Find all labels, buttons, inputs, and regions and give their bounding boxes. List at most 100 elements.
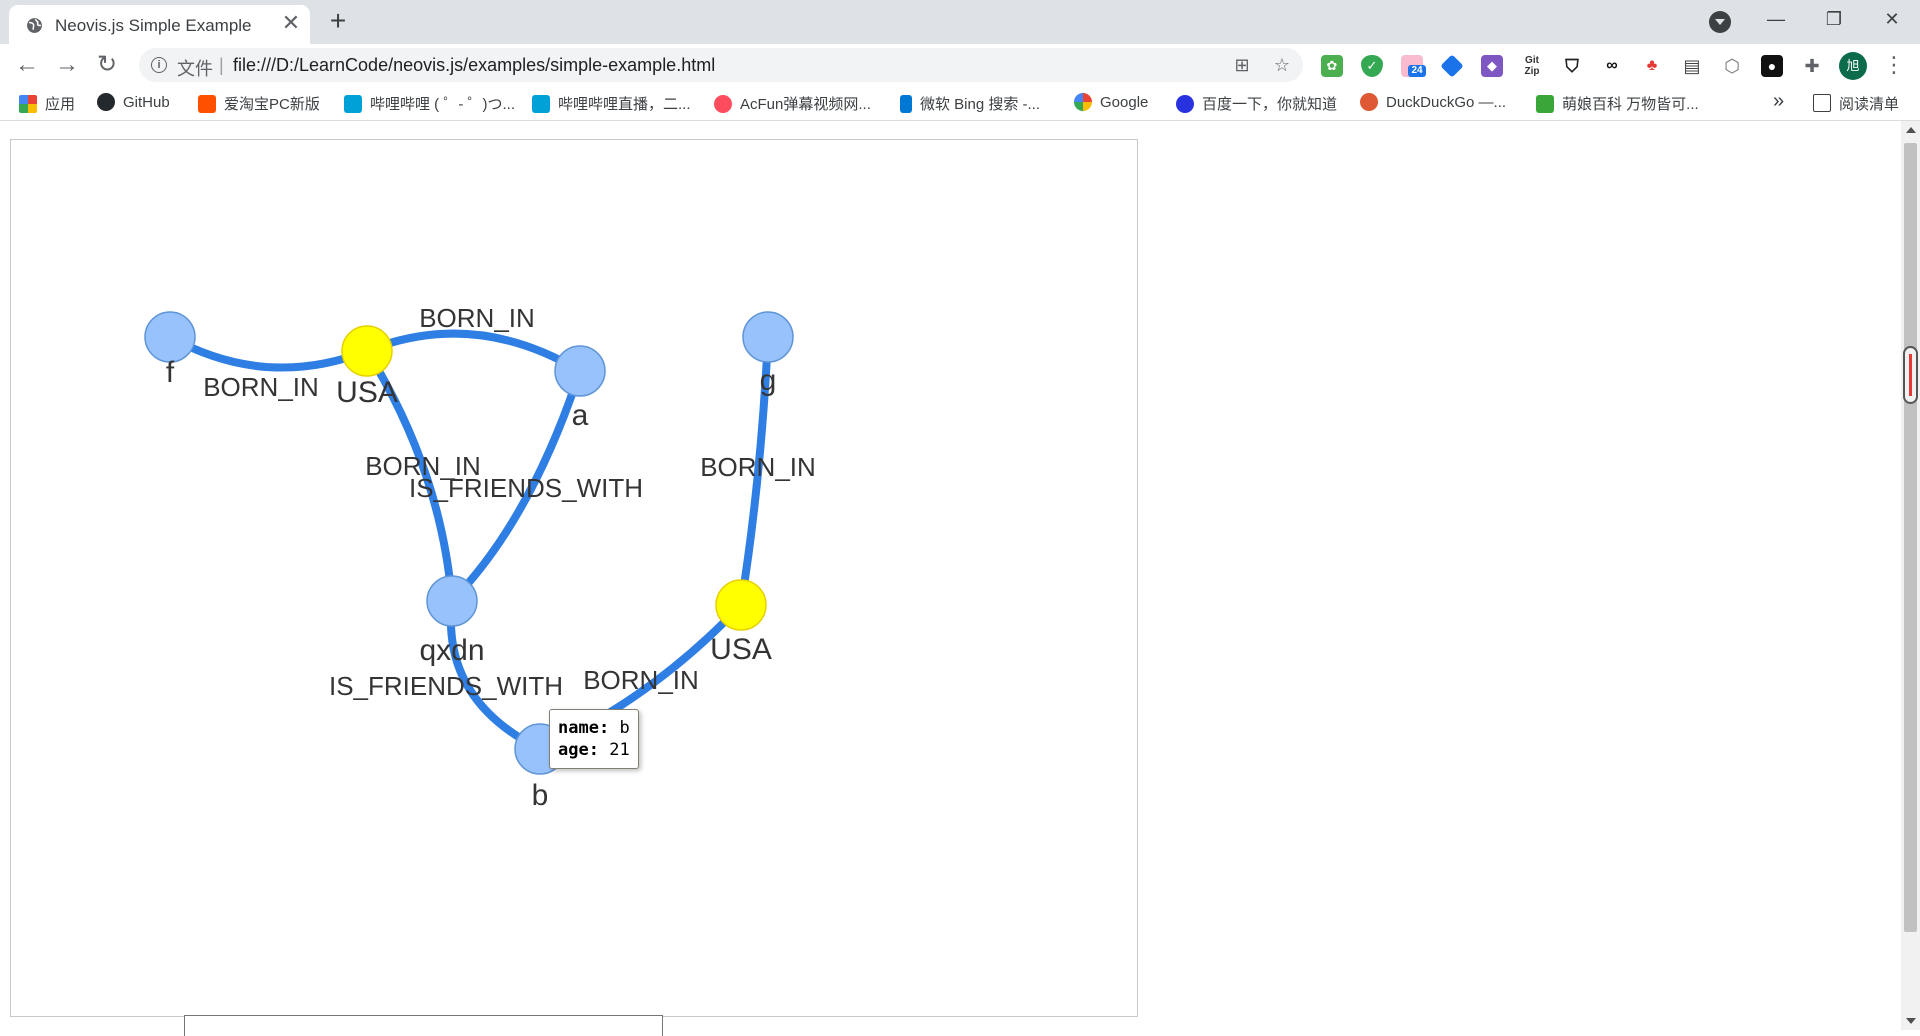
scroll-down-icon[interactable] bbox=[1906, 1018, 1916, 1024]
node-a[interactable] bbox=[554, 345, 606, 397]
extension-glasses-icon[interactable]: ∞ bbox=[1601, 55, 1623, 77]
extensions-puzzle-icon[interactable]: ✚ bbox=[1801, 55, 1823, 77]
browser-toolbar: ← → ↻ i 文件 | file:///D:/LearnCode/neovis… bbox=[0, 44, 1920, 86]
extension-paw-icon[interactable]: ✿ bbox=[1321, 55, 1343, 77]
url-text[interactable]: file:///D:/LearnCode/neovis.js/examples/… bbox=[233, 55, 715, 76]
reading-list-icon bbox=[1813, 94, 1831, 112]
globe-icon bbox=[27, 18, 42, 33]
bookmark-label: GitHub bbox=[123, 94, 170, 111]
bookmark-taobao[interactable]: 爱淘宝PC新版 bbox=[198, 93, 320, 113]
extension-ghost-icon[interactable]: ● bbox=[1761, 55, 1783, 77]
page-scrollbar[interactable] bbox=[1901, 121, 1920, 1030]
edge-f-usa1[interactable] bbox=[166, 333, 371, 372]
edge-label-a-qxdn: IS_FRIENDS_WITH bbox=[409, 473, 643, 503]
bookmark-apps[interactable]: 应用 bbox=[19, 93, 75, 113]
bookmark-label: AcFun弹幕视频网... bbox=[740, 96, 871, 113]
tooltip-name-key: name: bbox=[558, 718, 610, 738]
bookmark-label: 萌娘百科 万物皆可... bbox=[1562, 96, 1699, 113]
reading-list-button[interactable]: 阅读清单 bbox=[1813, 93, 1899, 114]
neovis-graph-canvas[interactable]: BORN_IN BORN_IN BORN_IN IS_FRIENDS_WITH BORN… bbox=[10, 139, 1138, 1017]
address-bar[interactable]: i 文件 | file:///D:/LearnCode/neovis.js/ex… bbox=[139, 48, 1303, 82]
back-icon[interactable]: ← bbox=[12, 50, 42, 80]
scroll-up-icon[interactable] bbox=[1906, 127, 1916, 133]
bookmark-bilibili[interactable]: 哔哩哔哩 ( ゜- ゜)つ... bbox=[344, 93, 515, 113]
extension-hex-icon[interactable]: ⬡ bbox=[1721, 55, 1743, 77]
new-tab-button[interactable]: + bbox=[324, 7, 352, 35]
extension-tree-icon[interactable]: ♣ bbox=[1641, 55, 1663, 77]
node-label-b: b bbox=[532, 779, 549, 812]
forward-icon[interactable]: → bbox=[52, 50, 82, 80]
node-tooltip: name: b age: 21 bbox=[549, 709, 639, 769]
tab-title: Neovis.js Simple Example bbox=[55, 16, 252, 35]
extension-fox-icon[interactable]: ◆ bbox=[1481, 55, 1503, 77]
info-icon[interactable]: i bbox=[151, 57, 167, 73]
translate-icon[interactable]: ⊞ bbox=[1231, 54, 1253, 76]
bookmark-bing[interactable]: 微软 Bing 搜索 -... bbox=[900, 93, 1040, 113]
query-textarea[interactable] bbox=[184, 1015, 663, 1036]
extension-reader-icon[interactable]: ▤ bbox=[1681, 55, 1703, 77]
acfun-icon bbox=[714, 95, 732, 113]
bookmark-label: 微软 Bing 搜索 -... bbox=[920, 96, 1041, 113]
edge-label-g-usa2: BORN_IN bbox=[700, 452, 816, 482]
graph-svg[interactable]: BORN_IN BORN_IN BORN_IN IS_FRIENDS_WITH BORN… bbox=[11, 140, 1137, 1016]
tab-close-icon[interactable]: ✕ bbox=[279, 11, 303, 35]
node-label-usa2: USA bbox=[710, 633, 772, 666]
bookmark-github[interactable]: GitHub bbox=[97, 93, 170, 113]
tooltip-age-key: age: bbox=[558, 740, 599, 760]
bookmarks-bar: 应用 GitHub 爱淘宝PC新版 哔哩哔哩 ( ゜- ゜)つ... 哔哩哔哩直… bbox=[0, 86, 1920, 121]
browser-tab[interactable]: Neovis.js Simple Example ✕ bbox=[9, 5, 310, 44]
node-label-a: a bbox=[572, 399, 589, 432]
restore-button[interactable]: ❐ bbox=[1806, 0, 1862, 40]
scrollbar-thumb[interactable] bbox=[1904, 143, 1917, 932]
minimize-button[interactable]: — bbox=[1748, 0, 1804, 40]
scheme-separator: | bbox=[219, 55, 224, 75]
apps-grid-icon bbox=[19, 95, 37, 113]
bookmark-baidu[interactable]: 百度一下，你就知道 bbox=[1176, 93, 1337, 113]
browser-menu-icon[interactable]: ⋮ bbox=[1883, 52, 1905, 80]
bookmarks-more-button[interactable]: » bbox=[1773, 90, 1784, 113]
edge-usa1-a[interactable] bbox=[363, 329, 584, 375]
bookmark-moegirl[interactable]: 萌娘百科 万物皆可... bbox=[1536, 93, 1699, 113]
node-usa1[interactable] bbox=[341, 325, 393, 377]
bookmark-google[interactable]: Google bbox=[1074, 93, 1148, 113]
extension-badge: 24 bbox=[1408, 65, 1426, 77]
bookmark-label: 爱淘宝PC新版 bbox=[224, 96, 320, 113]
bookmark-label: 应用 bbox=[45, 96, 76, 113]
bookmark-star-icon[interactable]: ☆ bbox=[1271, 54, 1293, 76]
bookmark-label: 哔哩哔哩直播，二... bbox=[558, 96, 691, 113]
reload-icon[interactable]: ↻ bbox=[92, 50, 122, 80]
node-label-f: f bbox=[166, 356, 175, 389]
window-close-button[interactable]: ✕ bbox=[1864, 0, 1920, 40]
bookmark-label: 哔哩哔哩 ( ゜- ゜)つ... bbox=[370, 96, 515, 113]
bilibili-live-icon bbox=[532, 95, 550, 113]
duckduckgo-icon bbox=[1360, 93, 1378, 111]
node-qxdn[interactable] bbox=[426, 575, 478, 627]
edge-label-usa2-b: BORN_IN bbox=[583, 665, 699, 695]
edge-label-usa1-a: BORN_IN bbox=[419, 303, 535, 333]
bookmark-bilibili-live[interactable]: 哔哩哔哩直播，二... bbox=[532, 93, 691, 113]
node-f[interactable] bbox=[144, 311, 196, 363]
bookmark-label: Google bbox=[1100, 94, 1149, 111]
edge-label-qxdn-b: IS_FRIENDS_WITH bbox=[329, 671, 563, 701]
bookmark-acfun[interactable]: AcFun弹幕视频网... bbox=[714, 93, 871, 113]
node-label-qxdn: qxdn bbox=[419, 634, 484, 667]
reading-list-label: 阅读清单 bbox=[1839, 96, 1900, 113]
node-g[interactable] bbox=[742, 311, 794, 363]
tooltip-name-value: b bbox=[619, 718, 630, 738]
extension-gitzip-icon[interactable]: Git Zip bbox=[1521, 55, 1543, 77]
profile-avatar[interactable]: 旭 bbox=[1839, 52, 1867, 80]
github-icon bbox=[97, 93, 115, 111]
bing-icon bbox=[900, 95, 912, 113]
tooltip-age-value: 21 bbox=[609, 740, 630, 760]
extension-cat-icon[interactable]: 24 bbox=[1401, 55, 1426, 77]
google-icon bbox=[1074, 93, 1092, 111]
node-usa2[interactable] bbox=[715, 579, 767, 631]
tab-strip: Neovis.js Simple Example ✕ + — ❐ ✕ bbox=[0, 0, 1920, 44]
edge-label-f-usa1: BORN_IN bbox=[203, 372, 319, 402]
bookmark-duckduckgo[interactable]: DuckDuckGo —... bbox=[1360, 93, 1506, 113]
tab-search-icon[interactable] bbox=[1709, 11, 1731, 33]
scroll-indicator-icon bbox=[1903, 346, 1918, 404]
node-label-g: g bbox=[760, 364, 777, 397]
extension-bookmark-icon[interactable]: ⛉ bbox=[1561, 55, 1583, 77]
node-label-usa1: USA bbox=[336, 376, 398, 409]
